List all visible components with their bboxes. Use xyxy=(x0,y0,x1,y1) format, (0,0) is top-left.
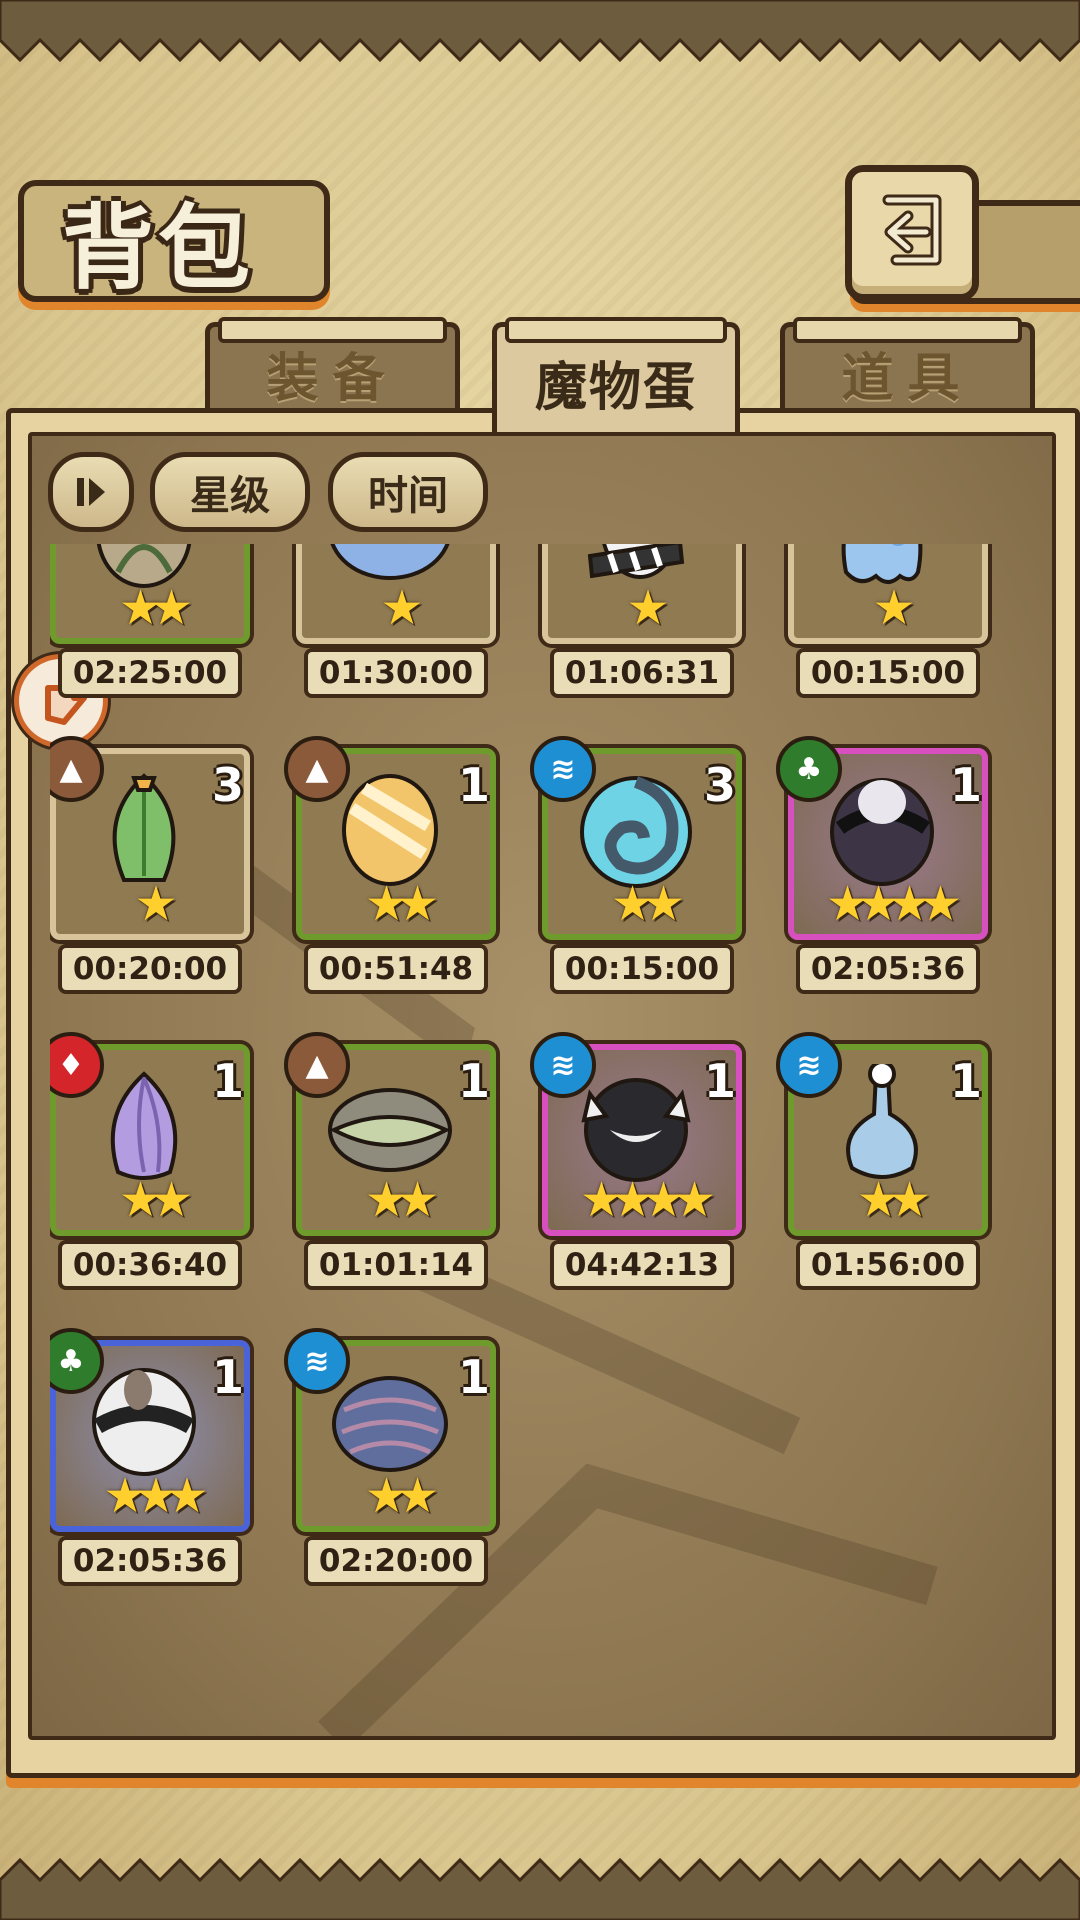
hatch-timer: 00:15:00 xyxy=(550,944,734,994)
hatch-timer: 00:20:00 xyxy=(58,944,242,994)
sort-by-time-button[interactable]: 时间 xyxy=(328,452,488,532)
tab-cap xyxy=(505,317,727,343)
star-rating: ★★ xyxy=(118,580,193,636)
egg-count: 3 xyxy=(211,758,244,812)
egg-count: 1 xyxy=(457,1054,490,1108)
hatch-timer: 01:06:31 xyxy=(550,648,734,698)
tab-label: 魔物蛋 xyxy=(534,357,697,418)
element-water-icon: ≋ xyxy=(530,736,596,802)
tab-cap xyxy=(218,317,447,343)
star-rating: ★★ xyxy=(364,1172,439,1228)
star-rating: ★ xyxy=(872,580,915,636)
tab-cap xyxy=(793,317,1022,343)
element-water-icon: ≋ xyxy=(284,1328,350,1394)
star-rating: ★★★★ xyxy=(825,876,962,932)
star-rating: ★★ xyxy=(364,876,439,932)
star-rating: ★★ xyxy=(118,1172,193,1228)
element-earth-icon: ▲ xyxy=(284,736,350,802)
hatch-timer: 04:42:13 xyxy=(550,1240,734,1290)
egg-count: 1 xyxy=(457,1350,490,1404)
element-leaf-icon: ♣ xyxy=(776,736,842,802)
tab-monster-eggs[interactable]: 魔物蛋 xyxy=(492,317,740,437)
sort-by-star-button[interactable]: 星级 xyxy=(150,452,310,532)
back-button[interactable] xyxy=(845,165,979,301)
star-rating: ★★ xyxy=(364,1468,439,1524)
sort-toggle-button[interactable] xyxy=(48,452,134,532)
element-water-icon: ≋ xyxy=(776,1032,842,1098)
egg-count: 3 xyxy=(703,758,736,812)
tab-label: 装备 xyxy=(266,348,399,409)
hatch-timer: 02:05:36 xyxy=(58,1536,242,1586)
hatch-timer: 01:30:00 xyxy=(304,648,488,698)
element-water-icon: ≋ xyxy=(530,1032,596,1098)
star-rating: ★ xyxy=(134,876,177,932)
hatch-timer: 00:15:00 xyxy=(796,648,980,698)
hatch-timer: 00:36:40 xyxy=(58,1240,242,1290)
tab-equipment[interactable]: 装备 xyxy=(205,317,460,419)
hatch-timer: 01:56:00 xyxy=(796,1240,980,1290)
egg-count: 1 xyxy=(457,758,490,812)
hatch-timer: 02:25:00 xyxy=(58,648,242,698)
element-earth-icon: ▲ xyxy=(284,1032,350,1098)
star-rating: ★★★★ xyxy=(579,1172,716,1228)
egg-grid-viewport[interactable]: 3 ★★ 02:25:00 ▲ 6 ★ 01:30:00 ≋ 2 ★ 01:06… xyxy=(50,544,1030,1724)
star-rating: ★ xyxy=(626,580,669,636)
hatch-timer: 01:01:14 xyxy=(304,1240,488,1290)
star-rating: ★ xyxy=(380,580,423,636)
zigzag-border-bottom xyxy=(0,1857,1080,1920)
tab-label: 道具 xyxy=(841,348,974,409)
hatch-timer: 02:05:36 xyxy=(796,944,980,994)
tab-items[interactable]: 道具 xyxy=(780,317,1035,419)
page-title: 背包 xyxy=(62,194,255,302)
sort-toggle-icon xyxy=(77,478,105,506)
hatch-timer: 00:51:48 xyxy=(304,944,488,994)
egg-count: 1 xyxy=(211,1350,244,1404)
egg-count: 1 xyxy=(703,1054,736,1108)
return-arrow-icon xyxy=(882,194,942,266)
egg-count: 1 xyxy=(949,758,982,812)
star-rating: ★★ xyxy=(610,876,685,932)
hatch-timer: 02:20:00 xyxy=(304,1536,488,1586)
star-rating: ★★★ xyxy=(103,1468,208,1524)
egg-count: 1 xyxy=(949,1054,982,1108)
zigzag-border-top xyxy=(0,0,1080,63)
star-rating: ★★ xyxy=(856,1172,931,1228)
egg-count: 1 xyxy=(211,1054,244,1108)
